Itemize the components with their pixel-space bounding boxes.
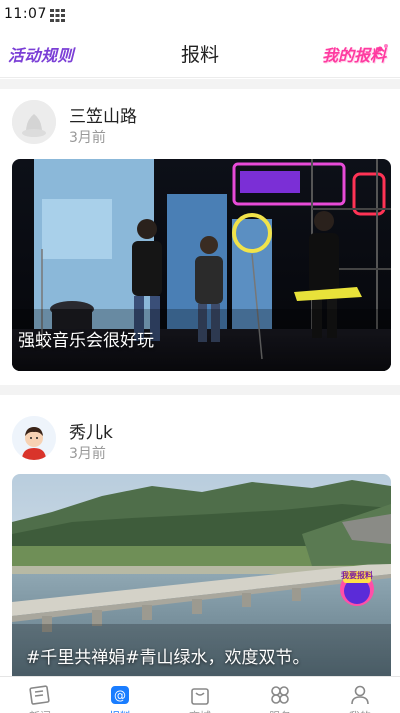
report-at-icon: @ — [108, 683, 132, 707]
bottom-tab-bar: 新闻 @ 报料 商城 服务 我的 — [0, 676, 400, 713]
newspaper-icon — [28, 683, 52, 707]
tab-label: 报料 — [80, 708, 160, 713]
shopping-bag-icon — [188, 683, 212, 707]
post-card[interactable]: 三笠山路 3月前 强蛟音乐会很好玩 — [0, 89, 400, 382]
status-bar: 11:07 — [0, 0, 400, 30]
post-caption: 强蛟音乐会很好玩 — [18, 331, 154, 351]
nav-bar: 活动规则 报料 我的报料 — [0, 30, 400, 78]
my-reports-button[interactable]: 我的报料 — [310, 38, 390, 68]
section-divider — [0, 79, 400, 89]
tab-label: 新闻 — [0, 708, 80, 713]
tab-mall[interactable]: 商城 — [160, 677, 240, 713]
sparkle-icon — [376, 38, 390, 52]
app-grid-icon — [50, 9, 65, 22]
tab-label: 服务 — [240, 708, 320, 713]
service-grid-icon — [268, 683, 292, 707]
svg-text:@: @ — [114, 689, 126, 703]
report-badge-label: 我要报料 — [341, 571, 373, 580]
tab-mine[interactable]: 我的 — [320, 677, 400, 713]
tab-service[interactable]: 服务 — [240, 677, 320, 713]
section-divider — [0, 385, 400, 395]
tab-label: 商城 — [160, 708, 240, 713]
report-badge[interactable]: 我要报料 — [337, 565, 377, 609]
post-author[interactable]: 秀儿k — [69, 418, 113, 443]
post-card[interactable]: 秀儿k 3月前 我要报料 #千里共禅娟#青山绿水，欢度双节。 — [0, 395, 400, 676]
post-time: 3月前 — [69, 446, 106, 462]
user-icon — [348, 683, 372, 707]
cartoon-avatar-icon[interactable] — [12, 416, 56, 460]
tab-report[interactable]: @ 报料 — [80, 677, 160, 713]
tab-news[interactable]: 新闻 — [0, 677, 80, 713]
post-time: 3月前 — [69, 130, 106, 146]
post-caption: #千里共禅娟#青山绿水，欢度双节。 — [26, 648, 310, 668]
tab-label: 我的 — [320, 708, 400, 713]
default-avatar-icon[interactable] — [12, 100, 56, 144]
post-author[interactable]: 三笠山路 — [69, 102, 137, 127]
status-time: 11:07 — [4, 6, 47, 22]
